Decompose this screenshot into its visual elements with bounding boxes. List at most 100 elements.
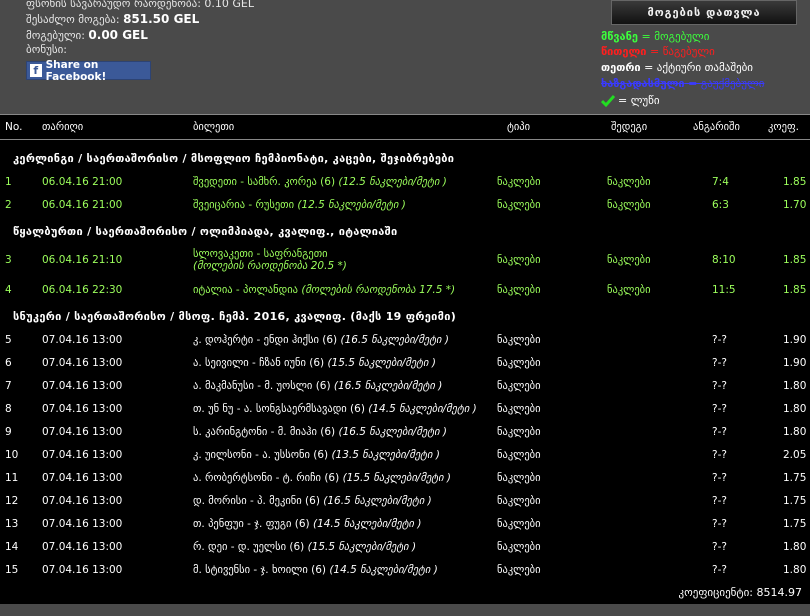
row-number: 4 (5, 284, 12, 296)
row-ticket: მ. სტივენსი - ჯ. ხოილი (6) (14.5 ნაკლები… (193, 564, 438, 576)
table-header: No. თარიღი ბილეთი ტიპი შედეგი ანგარიში კ… (0, 114, 810, 140)
legend-lose: წითელი = წაგებული (601, 45, 715, 58)
row-ticket: ა. რობერტსონი - ტ. რიჩი (6) (15.5 ნაკლებ… (193, 472, 451, 484)
row-number: 15 (5, 564, 19, 576)
total-value: 8514.97 (756, 586, 803, 599)
row-bet: (13.5 ნაკლები/მეტი ) (331, 449, 440, 461)
bonus-label: ბონუსი: (26, 43, 67, 56)
row-bet: (12.5 ნაკლები/მეტი ) (297, 199, 406, 211)
row-date: 07.04.16 13:00 (42, 380, 123, 392)
row-match: ა. მაკმანუსი - მ. უოსლი (6) (193, 380, 331, 392)
row-match: დ. მორისი - პ. მეკინი (6) (193, 495, 320, 507)
legend-active: თეთრი = აქტიური თამაშები (601, 61, 753, 74)
row-ticket: იტალია - პოლანდია (მოლების რაოდენობა 17.… (193, 284, 455, 296)
col-no: No. (5, 121, 23, 133)
row-score: ?-? (712, 334, 727, 346)
row-ticket: თ. უნ ნუ - ა. სონგსაერმსავადი (6) (14.5 … (193, 403, 477, 415)
row-coef: 1.80 (783, 380, 807, 392)
row-coef: 1.75 (783, 518, 807, 530)
row-number: 8 (5, 403, 12, 415)
row-date: 06.04.16 21:10 (42, 254, 123, 266)
row-ticket: შვედეთი - სამხრ. კორეა (6) (12.5 ნაკლები… (193, 176, 447, 188)
row-bet: (15.5 ნაკლები/მეტი ) (307, 541, 417, 553)
row-ticket: რ. დეი - დ. უელსი (6) (15.5 ნაკლები/მეტი… (193, 541, 416, 553)
calculate-win-button[interactable]: მოგების დათვლა (611, 0, 797, 25)
stake-value: 0.10 GEL (204, 0, 254, 10)
row-score: ?-? (712, 541, 727, 553)
table-row: 6 07.04.16 13:00 ნაკლები ?-? 1.90 ა. სეივილი … (0, 352, 810, 372)
row-coef: 1.75 (783, 495, 807, 507)
row-date: 07.04.16 13:00 (42, 564, 123, 576)
row-type: ნაკლები (497, 176, 541, 188)
row-match: შვედეთი - სამხრ. კორეა (6) (193, 176, 336, 188)
share-label: Share on Facebook! (45, 58, 107, 83)
row-date: 07.04.16 13:00 (42, 357, 123, 369)
row-bet: (12.5 ნაკლები/მეტი ) (338, 176, 447, 188)
row-bet: (16.5 ნაკლები/მეტი ) (323, 495, 432, 507)
row-match: თ. პენფუი - ჯ. ფუგი (6) (193, 518, 310, 530)
row-type: ნაკლები (497, 472, 541, 484)
total-coefficient: კოეფიციენტი: 8514.97 (678, 586, 802, 599)
row-date: 07.04.16 13:00 (42, 334, 123, 346)
row-coef: 1.85 (783, 176, 807, 188)
legend-key: თეთრი (601, 61, 641, 74)
bet-table: No. თარიღი ბილეთი ტიპი შედეგი ანგარიში კ… (0, 114, 810, 604)
table-row: 2 06.04.16 21:00 ნაკლები ნაკლები 6:3 1.70 შვეი… (0, 194, 810, 214)
category-waterpolo: წყალბურთი / საერთაშორისო / ოლიმპიადა, კვ… (13, 225, 398, 238)
row-ticket: ა. სეივილი - ჩზან იუნი (6) (15.5 ნაკლები… (193, 357, 436, 369)
row-coef: 1.70 (783, 199, 807, 211)
col-score: ანგარიში (693, 121, 740, 133)
row-result: ნაკლები (607, 176, 651, 188)
row-coef: 1.85 (783, 254, 807, 266)
row-match: იტალია - პოლანდია (193, 284, 298, 296)
row-score: 7:4 (712, 176, 729, 188)
won-value: 0.00 GEL (88, 28, 148, 42)
share-facebook-button[interactable]: f Share on Facebook! (26, 58, 151, 83)
bet-summary-header: ფსონის სავარაუდო რაოდენობა: 0.10 GEL შეს… (0, 0, 810, 114)
row-type: ნაკლები (497, 199, 541, 211)
row-ticket: ს. კარინგტონი - მ. მიაჰი (6) (16.5 ნაკლე… (193, 426, 447, 438)
table-row: 7 07.04.16 13:00 ნაკლები ?-? 1.80 ა. მაკმანუს… (0, 375, 810, 395)
row-bet: (15.5 ნაკლები/მეტი ) (342, 472, 452, 484)
row-number: 6 (5, 357, 12, 369)
table-row: 12 07.04.16 13:00 ნაკლები ?-? 1.75 დ. მორისი … (0, 490, 810, 510)
row-match: ა. რობერტსონი - ტ. რიჩი (6) (193, 472, 340, 484)
possible-win-label: შესაძლო მოგება: (26, 13, 120, 26)
row-score: ?-? (712, 426, 727, 438)
table-row: 10 07.04.16 13:00 ნაკლები ?-? 2.05 კ. უილსონი… (0, 444, 810, 464)
won-label: მოგებული: (26, 29, 85, 42)
row-date: 07.04.16 13:00 (42, 426, 123, 438)
table-row: 14 07.04.16 13:00 ნაკლები ?-? 1.80 რ. დეი - დ… (0, 536, 810, 556)
table-row: 15 07.04.16 13:00 ნაკლები ?-? 1.80 მ. სტივენს… (0, 559, 810, 579)
legend-key: წითელი (601, 45, 647, 58)
possible-win-value: 851.50 GEL (123, 12, 200, 26)
row-match: ს. კარინგტონი - მ. მიაჰი (6) (193, 426, 336, 438)
row-type: ნაკლები (497, 449, 541, 461)
row-ticket: შვეიცარია - რუსეთი (12.5 ნაკლები/მეტი ) (193, 199, 406, 211)
facebook-icon: f (30, 64, 42, 77)
col-type: ტიპი (507, 121, 531, 133)
row-bet: (14.5 ნაკლები/მეტი ) (368, 403, 477, 415)
row-match: ა. სეივილი - ჩზან იუნი (6) (193, 357, 325, 369)
row-bet: (მოლების რაოდენობა 17.5 *) (301, 284, 456, 296)
row-number: 12 (5, 495, 19, 507)
row-coef: 1.90 (783, 357, 807, 369)
row-bet: (14.5 ნაკლები/მეტი ) (312, 518, 422, 530)
row-ticket: თ. პენფუი - ჯ. ფუგი (6) (14.5 ნაკლები/მე… (193, 518, 421, 530)
row-coef: 1.80 (783, 403, 807, 415)
row-score: ?-? (712, 518, 727, 530)
row-score: 11:5 (712, 284, 736, 296)
row-type: ნაკლები (497, 541, 541, 553)
row-score: ?-? (712, 403, 727, 415)
legend-text: = ლუწი (618, 94, 660, 107)
table-row: 3 06.04.16 21:10 ნაკლები ნაკლები 8:10 1.85 სლო… (0, 248, 810, 279)
row-result: ნაკლები (607, 254, 651, 266)
row-match: კ. დოჰერტი - ენდი ჰიქსი (6) (193, 334, 338, 346)
row-number: 3 (5, 254, 12, 266)
row-coef: 1.90 (783, 334, 807, 346)
row-date: 06.04.16 21:00 (42, 176, 123, 188)
row-ticket: ა. მაკმანუსი - მ. უოსლი (6) (16.5 ნაკლებ… (193, 380, 442, 392)
table-row: 11 07.04.16 13:00 ნაკლები ?-? 1.75 ა. რობერტს… (0, 467, 810, 487)
row-coef: 1.85 (783, 284, 807, 296)
table-row: 1 06.04.16 21:00 ნაკლები ნაკლები 7:4 1.85 შვედ… (0, 171, 810, 191)
